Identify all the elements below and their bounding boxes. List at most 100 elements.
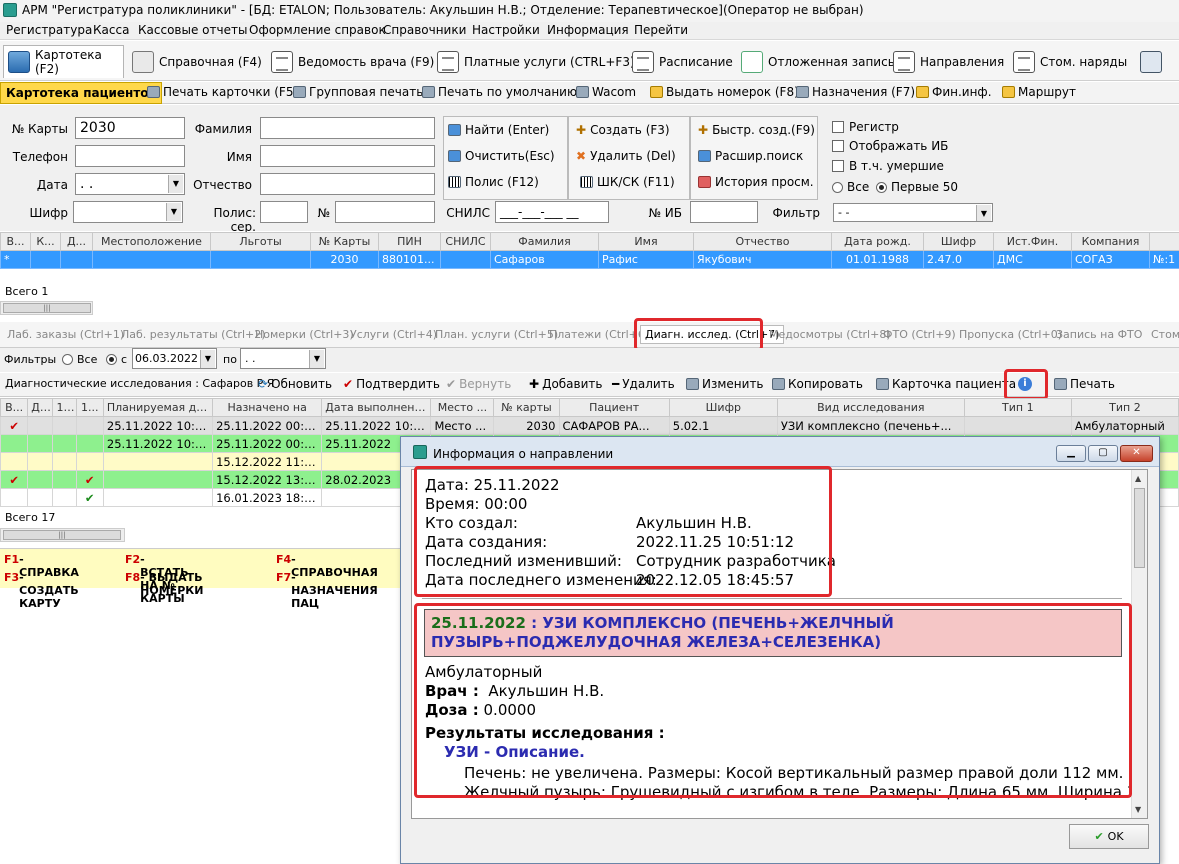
edit-button[interactable]: Изменить <box>686 377 764 391</box>
surname-input[interactable] <box>260 117 435 139</box>
column-header[interactable]: Имя <box>598 232 694 251</box>
column-header[interactable]: Тип 1 <box>963 398 1072 417</box>
issue-ticket-button[interactable]: Выдать номерок (F8) <box>650 85 799 99</box>
group-print-button[interactable]: Групповая печать <box>293 85 423 99</box>
filter-from-date[interactable]: 06.03.2022 <box>132 348 217 369</box>
minimize-button[interactable]: ▁ <box>1056 445 1086 462</box>
clear-button[interactable]: Очистить(Esc) <box>448 149 555 163</box>
add-button[interactable]: ✚ Добавить <box>529 377 602 391</box>
diag-row[interactable]: ✔ 25.11.2022 10:07 25.11.2022 00:00 25.11.2… <box>0 416 1179 435</box>
menu-informatsiya[interactable]: Информация <box>545 23 631 37</box>
policy-button[interactable]: Полис (F12) <box>448 175 539 189</box>
tab-stom[interactable]: Стом. <box>1151 328 1179 341</box>
policy-no-input[interactable] <box>335 201 435 223</box>
column-header[interactable]: СНИЛС <box>440 232 491 251</box>
advanced-search-button[interactable]: Расшир.поиск <box>698 149 803 163</box>
ib-input[interactable] <box>690 201 758 223</box>
computer-button[interactable] <box>1136 45 1166 78</box>
filter-select[interactable]: - - <box>833 203 993 222</box>
tab-kartoteka[interactable]: Картотека (F2) <box>3 45 124 78</box>
all-radio[interactable]: Все <box>832 180 869 194</box>
policy-series-input[interactable] <box>260 201 308 223</box>
column-header[interactable]: 1... <box>52 398 77 417</box>
patient-row[interactable]: * 2030 880101... Сафаров Рафис Якубович 01.01.… <box>0 250 1179 269</box>
column-header[interactable]: В... <box>0 232 31 251</box>
menu-oformlenie-spravok[interactable]: Оформление справок <box>247 23 388 37</box>
first50-radio[interactable]: Первые 50 <box>876 180 958 194</box>
column-header[interactable]: Фамилия <box>490 232 599 251</box>
scroll-up-icon[interactable]: ▲ <box>1135 474 1141 483</box>
diag-hscroll[interactable]: ||| <box>0 528 125 542</box>
tab-platnye-uslugi[interactable]: Платные услуги (CTRL+F3) <box>433 45 639 78</box>
column-header[interactable]: Д... <box>27 398 54 417</box>
remove-button[interactable]: ━ Удалить <box>612 377 675 391</box>
filter-all-radio[interactable]: Все <box>62 353 97 366</box>
menu-spravochniki[interactable]: Справочники <box>381 23 468 37</box>
column-header[interactable]: Шифр <box>923 232 994 251</box>
print-button[interactable]: Печать <box>1054 377 1115 391</box>
tab-tickets[interactable]: Номерки (Ctrl+3) <box>255 328 354 341</box>
tab-fto-booking[interactable]: Запись на ФТО <box>1056 328 1142 341</box>
revert-button[interactable]: ✔ Вернуть <box>446 377 511 391</box>
date-input[interactable]: . . <box>75 173 185 195</box>
prescriptions-button[interactable]: Назначения (F7) <box>796 85 915 99</box>
confirm-button[interactable]: ✔ Подтвердить <box>343 377 440 391</box>
tab-lab-orders[interactable]: Лаб. заказы (Ctrl+1) <box>7 328 124 341</box>
column-header[interactable]: 1... <box>75 398 104 417</box>
column-header[interactable]: Шифр <box>668 398 778 417</box>
tab-payments[interactable]: Платежи (Ctrl+6) <box>549 328 649 341</box>
patronymic-input[interactable] <box>260 173 435 195</box>
column-header[interactable]: Дата рожд. <box>831 232 924 251</box>
card-no-input[interactable]: 2030 <box>75 117 185 139</box>
column-header[interactable]: Ист.Фин. <box>993 232 1072 251</box>
info-button[interactable]: i <box>1018 377 1032 391</box>
column-header[interactable]: Тип 2 <box>1070 398 1179 417</box>
column-header[interactable]: Отчество <box>693 232 832 251</box>
tab-fto[interactable]: ФТО (Ctrl+9) <box>883 328 956 341</box>
column-header[interactable]: Вид исследования <box>776 398 965 417</box>
tab-vedomost-vracha[interactable]: Ведомость врача (F9) <box>267 45 438 78</box>
maximize-button[interactable]: ▢ <box>1088 445 1118 462</box>
history-button[interactable]: История просм. <box>698 175 814 189</box>
column-header[interactable]: Место ... <box>430 398 495 417</box>
copy-button[interactable]: Копировать <box>772 377 863 391</box>
register-checkbox[interactable]: Регистр <box>832 120 899 134</box>
ok-button[interactable]: ✔ OK <box>1069 824 1149 849</box>
route-button[interactable]: Маршрут <box>1002 85 1076 99</box>
delete-button[interactable]: ✖ Удалить (Del) <box>576 149 676 163</box>
deceased-checkbox[interactable]: В т.ч. умершие <box>832 159 944 173</box>
tab-otlozhennaya-zapis[interactable]: Отложенная запись <box>737 45 899 78</box>
column-header[interactable]: Компания <box>1071 232 1150 251</box>
column-header[interactable]: Планируемая дата <box>102 398 214 417</box>
column-header[interactable]: Пациент <box>558 398 670 417</box>
wacom-button[interactable]: Wacom <box>576 85 636 99</box>
column-header[interactable]: Льготы <box>210 232 311 251</box>
dialog-vscroll[interactable]: ▲ ▼ <box>1131 470 1147 818</box>
menu-nastroiki[interactable]: Настройки <box>470 23 542 37</box>
tab-planned-services[interactable]: План. услуги (Ctrl+5) <box>435 328 558 341</box>
column-header[interactable]: К... <box>30 232 61 251</box>
menu-pereiti[interactable]: Перейти <box>632 23 690 37</box>
filter-to-date[interactable]: . . <box>240 348 326 369</box>
print-card-button[interactable]: Печать карточки (F5) <box>147 85 298 99</box>
barcode-button[interactable]: ШК/СК (F11) <box>580 175 675 189</box>
cipher-select[interactable] <box>73 201 183 223</box>
patient-card-button[interactable]: Карточка пациента <box>876 377 1016 391</box>
tab-napravleniya[interactable]: Направления <box>889 45 1008 78</box>
kartoteka-pacientov-tab[interactable]: Картотека пациентов <box>0 82 163 104</box>
column-header[interactable]: В... <box>0 398 29 417</box>
menu-kassa[interactable]: Касса <box>91 23 131 37</box>
tab-raspisanie[interactable]: Расписание <box>628 45 737 78</box>
quick-create-button[interactable]: ✚ Быстр. созд.(F9) <box>698 123 815 137</box>
tab-stom-naryady[interactable]: Стом. наряды <box>1009 45 1131 78</box>
close-button[interactable]: ✕ <box>1120 445 1153 462</box>
create-button[interactable]: ✚ Создать (F3) <box>576 123 670 137</box>
column-header[interactable]: Дата выполнения <box>321 398 432 417</box>
column-header[interactable]: Назначено на <box>212 398 323 417</box>
tab-services[interactable]: Услуги (Ctrl+4) <box>350 328 437 341</box>
menu-registratura[interactable]: Регистратура <box>4 23 94 37</box>
scroll-down-icon[interactable]: ▼ <box>1135 805 1141 814</box>
show-ib-checkbox[interactable]: Отображать ИБ <box>832 139 948 153</box>
name-input[interactable] <box>260 145 435 167</box>
fin-info-button[interactable]: Фин.инф. <box>916 85 992 99</box>
